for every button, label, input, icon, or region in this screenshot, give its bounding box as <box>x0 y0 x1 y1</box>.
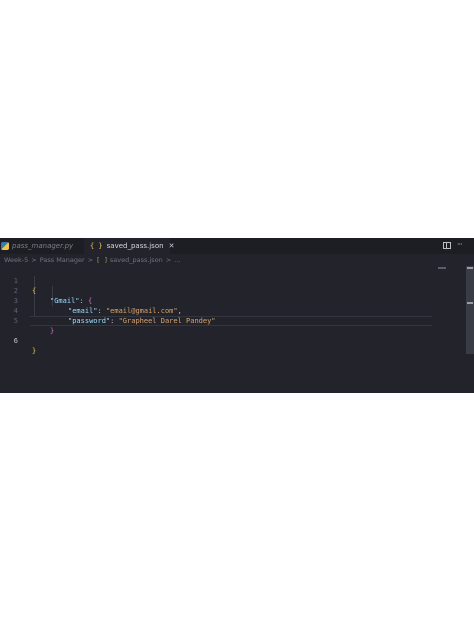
scrollbar-marker <box>467 267 473 269</box>
code-line-current: 6 } <box>0 316 474 355</box>
code-line: 1 { <box>0 266 474 295</box>
code-area[interactable]: 1 { 2 "Gmail": { 3 "email": "email@gmail… <box>0 266 474 355</box>
close-brace: } <box>32 347 37 355</box>
json-brackets-icon: [ ] <box>96 256 108 264</box>
more-actions-icon[interactable]: ··· <box>457 240 463 249</box>
breadcrumb-item[interactable]: saved_pass.json <box>110 256 163 264</box>
tab-label: saved_pass.json <box>106 242 164 250</box>
code-line: 2 "Gmail": { <box>0 276 474 305</box>
tab-pass-manager[interactable]: pass_manager.py <box>0 238 84 254</box>
breadcrumb-item[interactable]: ... <box>174 256 180 264</box>
code-editor: pass_manager.py { } saved_pass.json ✕ ··… <box>0 238 474 393</box>
minimap[interactable] <box>438 267 446 269</box>
close-brace: } <box>50 327 55 335</box>
tab-saved-pass[interactable]: { } saved_pass.json ✕ <box>84 238 174 254</box>
chevron-right-icon: > <box>31 256 37 264</box>
tab-bar: pass_manager.py { } saved_pass.json ✕ ··… <box>0 238 474 254</box>
split-editor-icon[interactable] <box>443 242 451 249</box>
code-line: 4 "password": "Grapheel Darel Pandey" <box>0 296 474 325</box>
python-file-icon <box>1 242 9 250</box>
current-line-highlight <box>30 316 432 326</box>
chevron-right-icon: > <box>87 256 94 264</box>
chevron-right-icon: > <box>165 256 172 264</box>
line-number: 6 <box>13 337 18 345</box>
breadcrumb-item[interactable]: Pass Manager <box>40 256 85 264</box>
breadcrumb: Week-5 > Pass Manager > [ ] saved_pass.j… <box>4 255 180 265</box>
scrollbar-marker <box>467 302 473 304</box>
code-line: 5 } <box>0 306 474 335</box>
close-icon[interactable]: ✕ <box>169 242 175 250</box>
code-line: 3 "email": "email@gmail.com", <box>0 286 474 315</box>
breadcrumb-item[interactable]: Week-5 <box>4 256 28 264</box>
json-braces-icon: { } <box>90 242 103 250</box>
vertical-scrollbar[interactable] <box>466 266 474 354</box>
tab-label: pass_manager.py <box>12 242 74 250</box>
